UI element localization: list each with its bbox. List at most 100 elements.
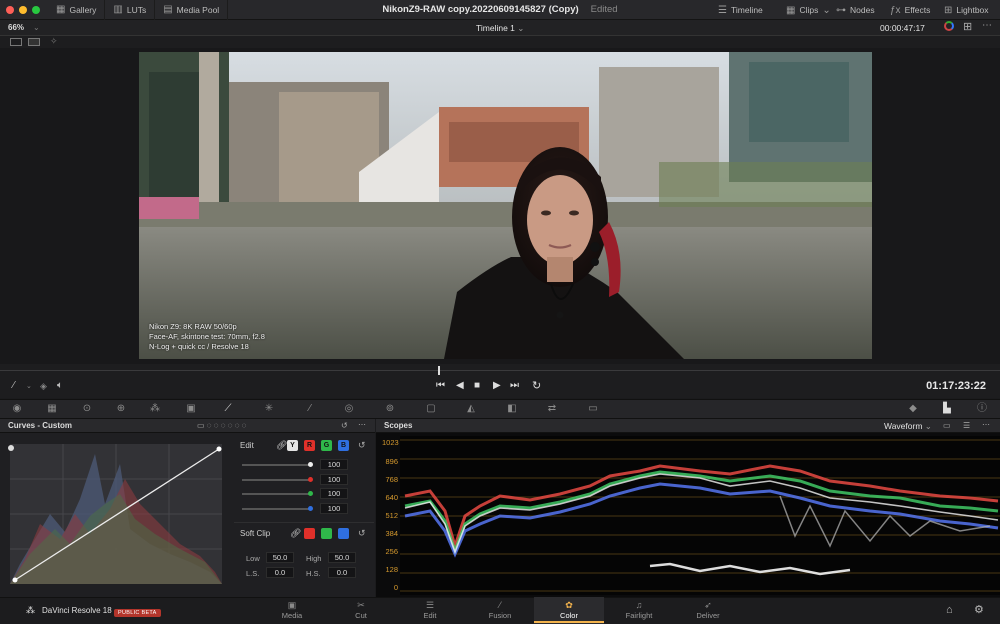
- luts-button[interactable]: ▥ LUTs: [105, 0, 156, 20]
- more-options-icon[interactable]: ⋯: [982, 420, 990, 429]
- go-to-start-icon[interactable]: ⏮︎: [436, 380, 445, 391]
- softclip-b-button[interactable]: [338, 528, 349, 539]
- viewer-mode-icon[interactable]: ⊞: [963, 20, 972, 33]
- zoom-chevron-icon[interactable]: ⌄: [33, 23, 40, 32]
- channel-y-button[interactable]: Y: [287, 440, 298, 451]
- more-options-icon[interactable]: ⋯: [358, 420, 366, 429]
- ls-value[interactable]: 0.0: [266, 567, 294, 578]
- channel-b-button[interactable]: B: [338, 440, 349, 451]
- speaker-icon[interactable]: 🔈︎: [57, 380, 63, 391]
- channel-r-button[interactable]: R: [304, 440, 315, 451]
- color-match-icon[interactable]: ▦: [45, 402, 59, 416]
- reset-icon[interactable]: ↺: [358, 440, 366, 451]
- gallery-button[interactable]: ▦ Gallery: [48, 0, 106, 20]
- channel-g-button[interactable]: G: [321, 440, 332, 451]
- low-value[interactable]: 50.0: [266, 552, 294, 563]
- rgb-mixer-icon[interactable]: ⁂: [148, 402, 162, 416]
- magic-mask-icon[interactable]: ▢: [424, 402, 438, 416]
- clips-button[interactable]: ▦ Clips ⌄: [786, 0, 831, 20]
- scrubber-bar[interactable]: [0, 364, 1000, 376]
- expand-icon[interactable]: ▭: [943, 421, 951, 430]
- blur-icon[interactable]: ◭: [464, 402, 478, 416]
- curves-graph[interactable]: [10, 444, 222, 584]
- settings-gear-icon[interactable]: ⚙︎: [974, 603, 984, 616]
- b-intensity-value[interactable]: 100: [320, 503, 348, 514]
- more-options-icon[interactable]: ⋯: [982, 20, 992, 31]
- softclip-g-button[interactable]: [321, 528, 332, 539]
- high-label: High: [306, 554, 322, 563]
- slider-knob[interactable]: [308, 491, 313, 496]
- zoom-level[interactable]: 66%: [8, 23, 24, 32]
- timeline-selector[interactable]: Timeline 1 ⌄: [476, 23, 524, 34]
- camera-raw-icon[interactable]: ◉: [10, 402, 24, 416]
- qualifier-icon[interactable]: ⁄: [303, 402, 317, 416]
- scopes-icon[interactable]: ▙: [940, 402, 954, 416]
- softclip-r-button[interactable]: [304, 528, 315, 539]
- high-value[interactable]: 50.0: [328, 552, 356, 563]
- page-cut[interactable]: ✂︎ Cut: [326, 597, 396, 624]
- playhead[interactable]: [438, 366, 440, 375]
- page-fusion[interactable]: ⁄ Fusion: [465, 597, 535, 624]
- page-media[interactable]: ▣ Media: [257, 597, 327, 624]
- color-warper-icon[interactable]: ✳: [262, 402, 276, 416]
- timeline-button[interactable]: ☰ Timeline: [718, 0, 763, 20]
- home-icon[interactable]: ⌂: [946, 604, 953, 616]
- 3d-icon[interactable]: ▭: [586, 402, 600, 416]
- sizing-icon[interactable]: ⇄: [545, 402, 559, 416]
- link-icon[interactable]: 🔗︎: [276, 440, 287, 451]
- y-intensity-slider[interactable]: [242, 462, 313, 467]
- magic-wand-icon[interactable]: ✧: [50, 36, 58, 47]
- go-to-end-icon[interactable]: ⏭︎: [510, 380, 519, 391]
- page-deliver[interactable]: ➶ Deliver: [673, 597, 743, 624]
- slider-knob[interactable]: [308, 477, 313, 482]
- settings-icon[interactable]: ☰: [963, 421, 970, 430]
- slider-knob[interactable]: [308, 462, 313, 467]
- scope-mode-dropdown[interactable]: Waveform ⌄: [884, 421, 932, 432]
- hs-value[interactable]: 0.0: [328, 567, 356, 578]
- lightbox-button[interactable]: ⊞ Lightbox: [944, 0, 989, 20]
- slider-knob[interactable]: [308, 506, 313, 511]
- minimize-window-button[interactable]: [19, 5, 27, 14]
- page-color[interactable]: ✿ Color: [534, 597, 604, 624]
- r-intensity-slider[interactable]: [242, 477, 313, 482]
- eyedropper-icon[interactable]: ⁄: [13, 380, 15, 391]
- nodes-button[interactable]: ⊶ Nodes: [836, 0, 875, 20]
- curve-handle[interactable]: [8, 445, 14, 451]
- hdr-wheels-icon[interactable]: ⊕: [114, 402, 128, 416]
- page-fairlight[interactable]: ♫ Fairlight: [604, 597, 674, 624]
- media-pool-button[interactable]: ▤ Media Pool: [155, 0, 229, 20]
- tracker-icon[interactable]: ⊚: [383, 402, 397, 416]
- motion-effects-icon[interactable]: ▣: [184, 402, 198, 416]
- page-edit[interactable]: ☰ Edit: [395, 597, 465, 624]
- close-window-button[interactable]: [6, 5, 14, 14]
- info-icon[interactable]: ⓘ: [975, 402, 989, 416]
- video-frame[interactable]: [139, 52, 872, 359]
- r-intensity-value[interactable]: 100: [320, 474, 348, 485]
- window-icon[interactable]: ◎: [342, 402, 356, 416]
- play-reverse-icon[interactable]: ◀︎: [456, 380, 464, 391]
- maximize-window-button[interactable]: [32, 5, 40, 14]
- edited-status: Edited: [590, 4, 618, 15]
- primaries-wheels-icon[interactable]: ⊙: [80, 402, 94, 416]
- scopes-panel-title: Scopes: [384, 421, 413, 430]
- effects-button[interactable]: ƒx Effects: [890, 0, 930, 20]
- reset-icon[interactable]: ↺: [341, 421, 348, 430]
- layers-icon[interactable]: ◈: [40, 381, 47, 392]
- loop-icon[interactable]: ↻: [532, 379, 541, 392]
- key-icon[interactable]: ◧: [505, 402, 519, 416]
- chevron-down-icon[interactable]: ⌄: [26, 382, 32, 390]
- y-intensity-value[interactable]: 100: [320, 459, 348, 470]
- g-intensity-slider[interactable]: [242, 491, 313, 496]
- reset-icon[interactable]: ↺: [358, 528, 366, 539]
- split-viewer-icon[interactable]: [28, 38, 40, 46]
- single-viewer-icon[interactable]: [10, 38, 22, 46]
- play-icon[interactable]: ▶︎: [493, 380, 501, 391]
- curve-mode-icons[interactable]: ▭ ◌ ◌ ◌ ◌ ◌ ◌: [197, 421, 246, 430]
- color-wheel-icon[interactable]: [944, 21, 954, 31]
- link-icon[interactable]: 🔗︎: [290, 528, 301, 539]
- stop-icon[interactable]: ■: [474, 380, 480, 391]
- b-intensity-slider[interactable]: [242, 506, 313, 511]
- curves-icon[interactable]: ⟋: [221, 402, 235, 416]
- g-intensity-value[interactable]: 100: [320, 488, 348, 499]
- keyframes-icon[interactable]: ◆: [906, 402, 920, 416]
